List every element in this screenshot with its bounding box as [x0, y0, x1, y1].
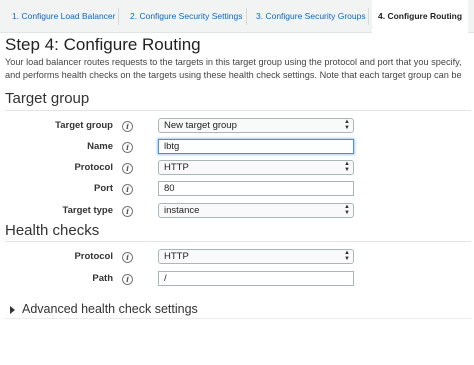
- target-type-label: Target type: [62, 205, 113, 216]
- target-type-select[interactable]: instance ▲ ▼: [158, 203, 354, 218]
- info-icon[interactable]: i: [122, 142, 133, 153]
- health-protocol-value: HTTP: [164, 251, 189, 262]
- tab-separator: [246, 8, 247, 25]
- target-group-value: New target group: [164, 120, 237, 131]
- section-divider: [5, 110, 471, 111]
- info-icon[interactable]: i: [122, 184, 133, 195]
- tab-configure-security-groups[interactable]: 3. Configure Security Groups: [250, 0, 372, 33]
- info-icon[interactable]: i: [122, 121, 133, 132]
- info-icon[interactable]: i: [122, 206, 133, 217]
- step-description: Your load balancer routes requests to th…: [5, 57, 462, 80]
- protocol-label: Protocol: [74, 162, 113, 173]
- advanced-health-check-toggle[interactable]: Advanced health check settings: [22, 302, 198, 316]
- tab-configure-routing[interactable]: 4. Configure Routing: [372, 0, 469, 34]
- target-group-label: Target group: [55, 120, 113, 131]
- health-protocol-select[interactable]: HTTP ▲ ▼: [158, 249, 354, 264]
- port-input[interactable]: 80: [158, 181, 354, 196]
- target-type-value: instance: [164, 205, 200, 216]
- select-arrows-icon: ▲ ▼: [344, 250, 350, 262]
- select-arrows-icon: ▲ ▼: [344, 119, 350, 131]
- name-label: Name: [87, 141, 113, 152]
- section-divider: [5, 318, 471, 319]
- port-label: Port: [94, 183, 113, 194]
- health-path-label: Path: [92, 273, 113, 284]
- info-icon[interactable]: i: [122, 274, 133, 285]
- name-input[interactable]: lbtg: [158, 139, 354, 154]
- health-protocol-label: Protocol: [74, 251, 113, 262]
- page-title: Step 4: Configure Routing: [5, 35, 201, 54]
- target-group-heading: Target group: [5, 90, 90, 107]
- protocol-value: HTTP: [164, 162, 189, 173]
- health-checks-heading: Health checks: [5, 222, 100, 239]
- select-arrows-icon: ▲ ▼: [344, 161, 350, 173]
- tab-separator: [368, 8, 369, 25]
- tab-configure-security-settings[interactable]: 2. Configure Security Settings: [124, 0, 248, 33]
- health-path-input[interactable]: /: [158, 271, 354, 286]
- info-icon[interactable]: i: [122, 252, 133, 263]
- wizard-tabs: 1. Configure Load Balancer 2. Configure …: [0, 0, 474, 34]
- info-icon[interactable]: i: [122, 163, 133, 174]
- caret-right-icon[interactable]: [10, 306, 15, 314]
- section-divider: [5, 241, 471, 242]
- tab-separator: [118, 8, 119, 25]
- tab-configure-load-balancer[interactable]: 1. Configure Load Balancer: [6, 0, 122, 33]
- target-group-select[interactable]: New target group ▲ ▼: [158, 118, 354, 133]
- protocol-select[interactable]: HTTP ▲ ▼: [158, 160, 354, 175]
- select-arrows-icon: ▲ ▼: [344, 204, 350, 216]
